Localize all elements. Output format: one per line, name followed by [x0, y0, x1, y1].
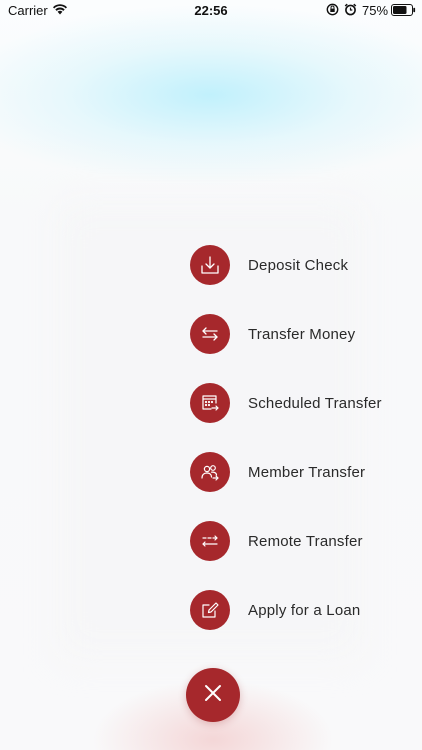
scheduled-transfer-button[interactable]: Scheduled Transfer: [190, 382, 410, 424]
scheduled-transfer-label: Scheduled Transfer: [248, 394, 382, 412]
remote-transfer-icon: [190, 521, 230, 561]
rotation-lock-icon: [326, 3, 339, 19]
transfer-arrows-icon: [190, 314, 230, 354]
deposit-icon: [190, 245, 230, 285]
member-transfer-button[interactable]: Member Transfer: [190, 451, 410, 493]
calendar-transfer-icon: [190, 383, 230, 423]
status-bar: Carrier 22:56 75%: [0, 0, 422, 22]
transfer-money-button[interactable]: Transfer Money: [190, 313, 410, 355]
battery-percent: 75%: [362, 3, 389, 18]
remote-transfer-button[interactable]: Remote Transfer: [190, 520, 410, 562]
edit-icon: [190, 590, 230, 630]
close-icon: [204, 684, 222, 707]
deposit-check-button[interactable]: Deposit Check: [190, 244, 410, 286]
clock: 22:56: [194, 3, 228, 18]
battery-icon: [391, 4, 416, 16]
apply-loan-label: Apply for a Loan: [248, 601, 361, 619]
members-icon: [190, 452, 230, 492]
remote-transfer-label: Remote Transfer: [248, 532, 363, 550]
transfer-money-label: Transfer Money: [248, 325, 356, 343]
deposit-check-label: Deposit Check: [248, 256, 349, 274]
alarm-icon: [344, 3, 357, 19]
close-button[interactable]: [186, 668, 240, 722]
member-transfer-label: Member Transfer: [248, 463, 366, 481]
apply-loan-button[interactable]: Apply for a Loan: [190, 589, 410, 631]
